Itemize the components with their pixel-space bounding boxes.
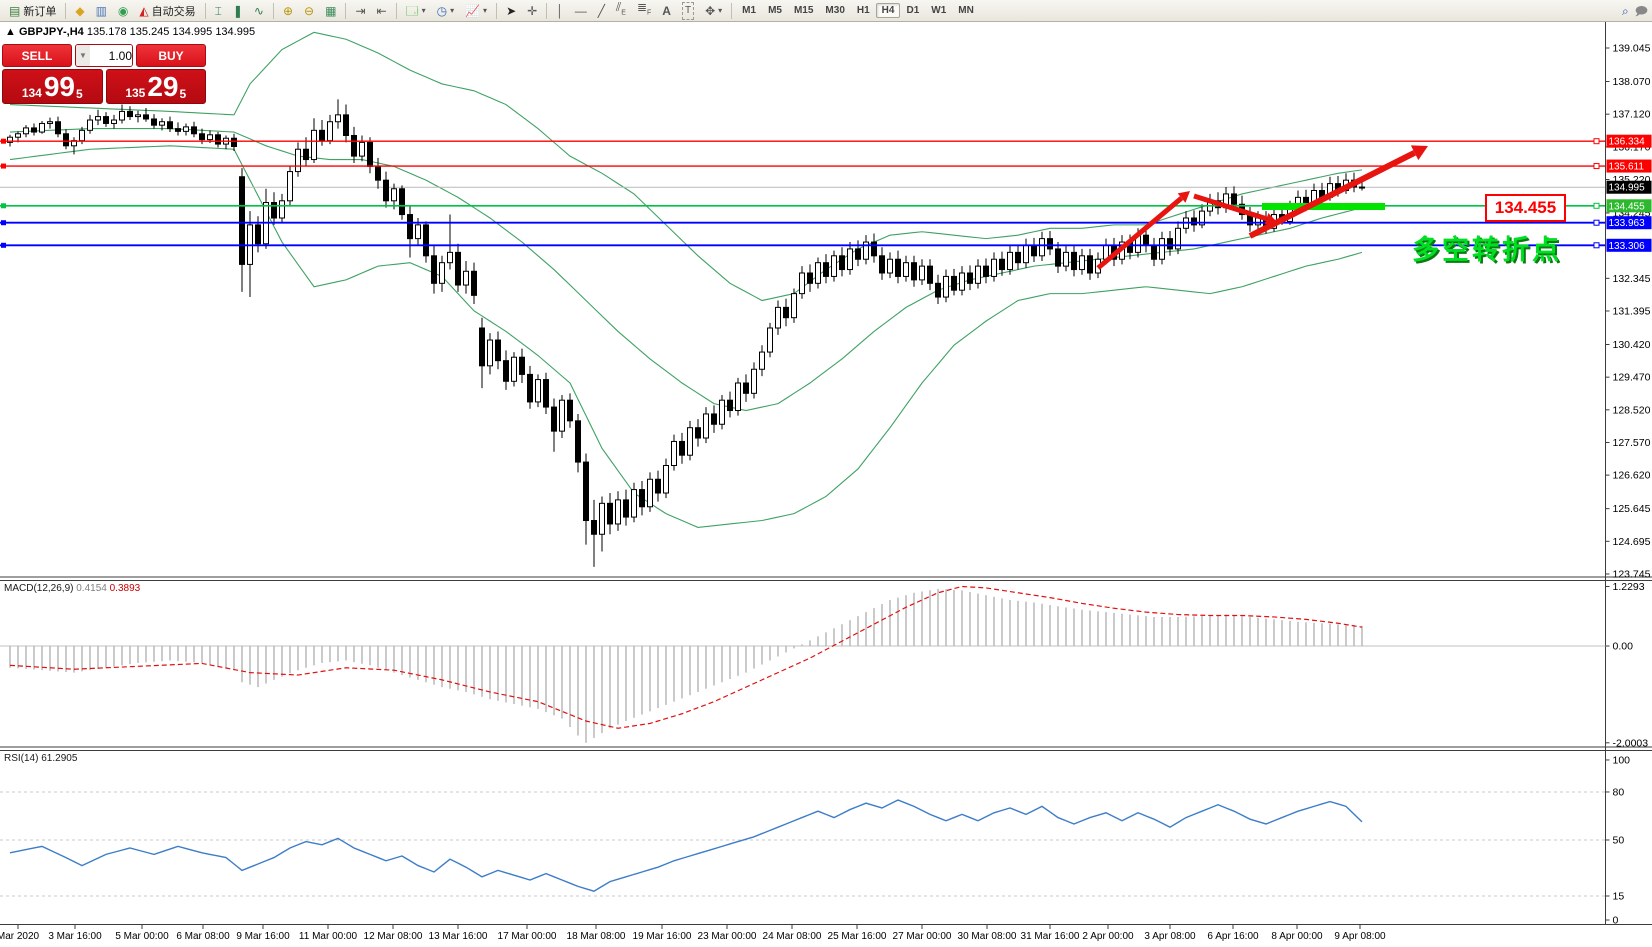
svg-text:23 Mar 00:00: 23 Mar 00:00 (698, 931, 757, 942)
svg-text:11 Mar 00:00: 11 Mar 00:00 (299, 931, 358, 942)
volume-input[interactable] (90, 45, 133, 66)
buy-price-big: 29 (147, 74, 178, 100)
symbol-name: GBPJPY-,H4 (19, 26, 84, 38)
turning-point-annotation[interactable]: 多空转折点 (1412, 228, 1562, 267)
sell-price-big: 99 (44, 74, 75, 100)
svg-text:136.334: 136.334 (1609, 137, 1646, 148)
svg-text:9 Mar 16:00: 9 Mar 16:00 (236, 931, 290, 942)
svg-text:3 Apr 08:00: 3 Apr 08:00 (1144, 931, 1196, 942)
svg-text:2 Apr 00:00: 2 Apr 00:00 (1082, 931, 1134, 942)
svg-text:6 Apr 16:00: 6 Apr 16:00 (1207, 931, 1259, 942)
sell-price-sup: 5 (76, 88, 83, 100)
buy-price-small: 135 (125, 86, 145, 100)
sell-button[interactable]: SELL (2, 44, 72, 67)
chart-canvas[interactable]: 139.045138.070137.120136.170135.220134.2… (0, 0, 1652, 947)
macd-label: MACD(12,26,9) 0.4154 0.3893 (4, 583, 140, 594)
svg-text:139.045: 139.045 (1613, 42, 1651, 54)
svg-text:128.520: 128.520 (1613, 404, 1651, 416)
svg-text:17 Mar 00:00: 17 Mar 00:00 (498, 931, 557, 942)
svg-text:30 Mar 08:00: 30 Mar 08:00 (958, 931, 1017, 942)
svg-text:0: 0 (1613, 914, 1619, 926)
buy-button[interactable]: BUY (136, 44, 206, 67)
volume-spinner: ▼ ▲ (75, 44, 133, 67)
svg-text:127.570: 127.570 (1613, 437, 1651, 449)
price-low: 134.995 (172, 26, 212, 38)
svg-text:25 Mar 16:00: 25 Mar 16:00 (828, 931, 887, 942)
volume-decrease-button[interactable]: ▼ (76, 45, 90, 66)
one-click-trading-panel: SELL ▼ ▲ BUY 134995 135295 (2, 44, 206, 104)
svg-text:-2.0003: -2.0003 (1613, 737, 1649, 749)
support-highlight-bar[interactable] (1262, 203, 1385, 210)
rsi-label: RSI(14) 61.2905 (4, 753, 77, 764)
svg-text:19 Mar 16:00: 19 Mar 16:00 (633, 931, 692, 942)
svg-text:13 Mar 16:00: 13 Mar 16:00 (429, 931, 488, 942)
axis-badge-133.963: 133.963 (1607, 216, 1652, 229)
svg-text:138.070: 138.070 (1613, 76, 1651, 88)
svg-text:50: 50 (1613, 834, 1625, 846)
sell-price-small: 134 (22, 86, 42, 100)
axis-badge-136.334: 136.334 (1607, 135, 1652, 148)
svg-text:5 Mar 00:00: 5 Mar 00:00 (115, 931, 169, 942)
svg-text:Mar 2020: Mar 2020 (0, 931, 40, 942)
price-close: 134.995 (215, 26, 255, 38)
axis-badge-134.995: 134.995 (1607, 181, 1652, 194)
svg-text:8 Apr 00:00: 8 Apr 00:00 (1271, 931, 1323, 942)
svg-text:1.2293: 1.2293 (1613, 581, 1645, 593)
svg-text:133.306: 133.306 (1609, 241, 1646, 252)
svg-text:123.745: 123.745 (1613, 568, 1651, 580)
svg-text:31 Mar 16:00: 31 Mar 16:00 (1021, 931, 1080, 942)
axis-badge-134.455: 134.455 (1607, 199, 1652, 212)
axis-badge-133.306: 133.306 (1607, 239, 1652, 252)
buy-price-sup: 5 (180, 88, 187, 100)
buy-price-tile[interactable]: 135295 (106, 69, 207, 104)
svg-text:134.455: 134.455 (1609, 201, 1646, 212)
axis-badge-135.611: 135.611 (1607, 160, 1652, 173)
svg-text:126.620: 126.620 (1613, 470, 1651, 482)
svg-text:15: 15 (1613, 890, 1625, 902)
sell-price-tile[interactable]: 134995 (2, 69, 103, 104)
price-callout-box[interactable]: 134.455 (1485, 194, 1566, 222)
svg-text:0.00: 0.00 (1613, 640, 1634, 652)
svg-text:131.395: 131.395 (1613, 305, 1651, 317)
svg-text:124.695: 124.695 (1613, 536, 1651, 548)
svg-text:9 Apr 08:00: 9 Apr 08:00 (1334, 931, 1386, 942)
svg-text:24 Mar 08:00: 24 Mar 08:00 (763, 931, 822, 942)
svg-text:137.120: 137.120 (1613, 109, 1651, 121)
mt4-terminal: ▤ 新订单 ◆ ▥ ◉ ◭ 自动交易 ⌶ ❚ ∿ ⊕ ⊖ ▦ ⇥ ⇤ 🗔▾ ◷▾… (0, 0, 1652, 947)
svg-text:132.345: 132.345 (1613, 273, 1651, 285)
svg-text:125.645: 125.645 (1613, 503, 1651, 515)
svg-text:135.611: 135.611 (1609, 162, 1645, 173)
price-open: 135.178 (87, 26, 127, 38)
svg-text:80: 80 (1613, 786, 1625, 798)
svg-text:27 Mar 00:00: 27 Mar 00:00 (893, 931, 952, 942)
svg-text:18 Mar 08:00: 18 Mar 08:00 (567, 931, 626, 942)
svg-text:133.963: 133.963 (1609, 218, 1646, 229)
price-high: 135.245 (130, 26, 170, 38)
svg-text:3 Mar 16:00: 3 Mar 16:00 (48, 931, 102, 942)
svg-text:130.420: 130.420 (1613, 339, 1651, 351)
symbol-info-line: ▲ GBPJPY-,H4 135.178 135.245 134.995 134… (5, 26, 255, 38)
svg-text:129.470: 129.470 (1613, 372, 1651, 384)
svg-text:6 Mar 08:00: 6 Mar 08:00 (176, 931, 230, 942)
svg-text:12 Mar 08:00: 12 Mar 08:00 (364, 931, 423, 942)
collapse-arrow-icon[interactable]: ▲ (5, 26, 16, 38)
svg-text:100: 100 (1613, 754, 1631, 766)
svg-text:134.995: 134.995 (1609, 183, 1646, 194)
